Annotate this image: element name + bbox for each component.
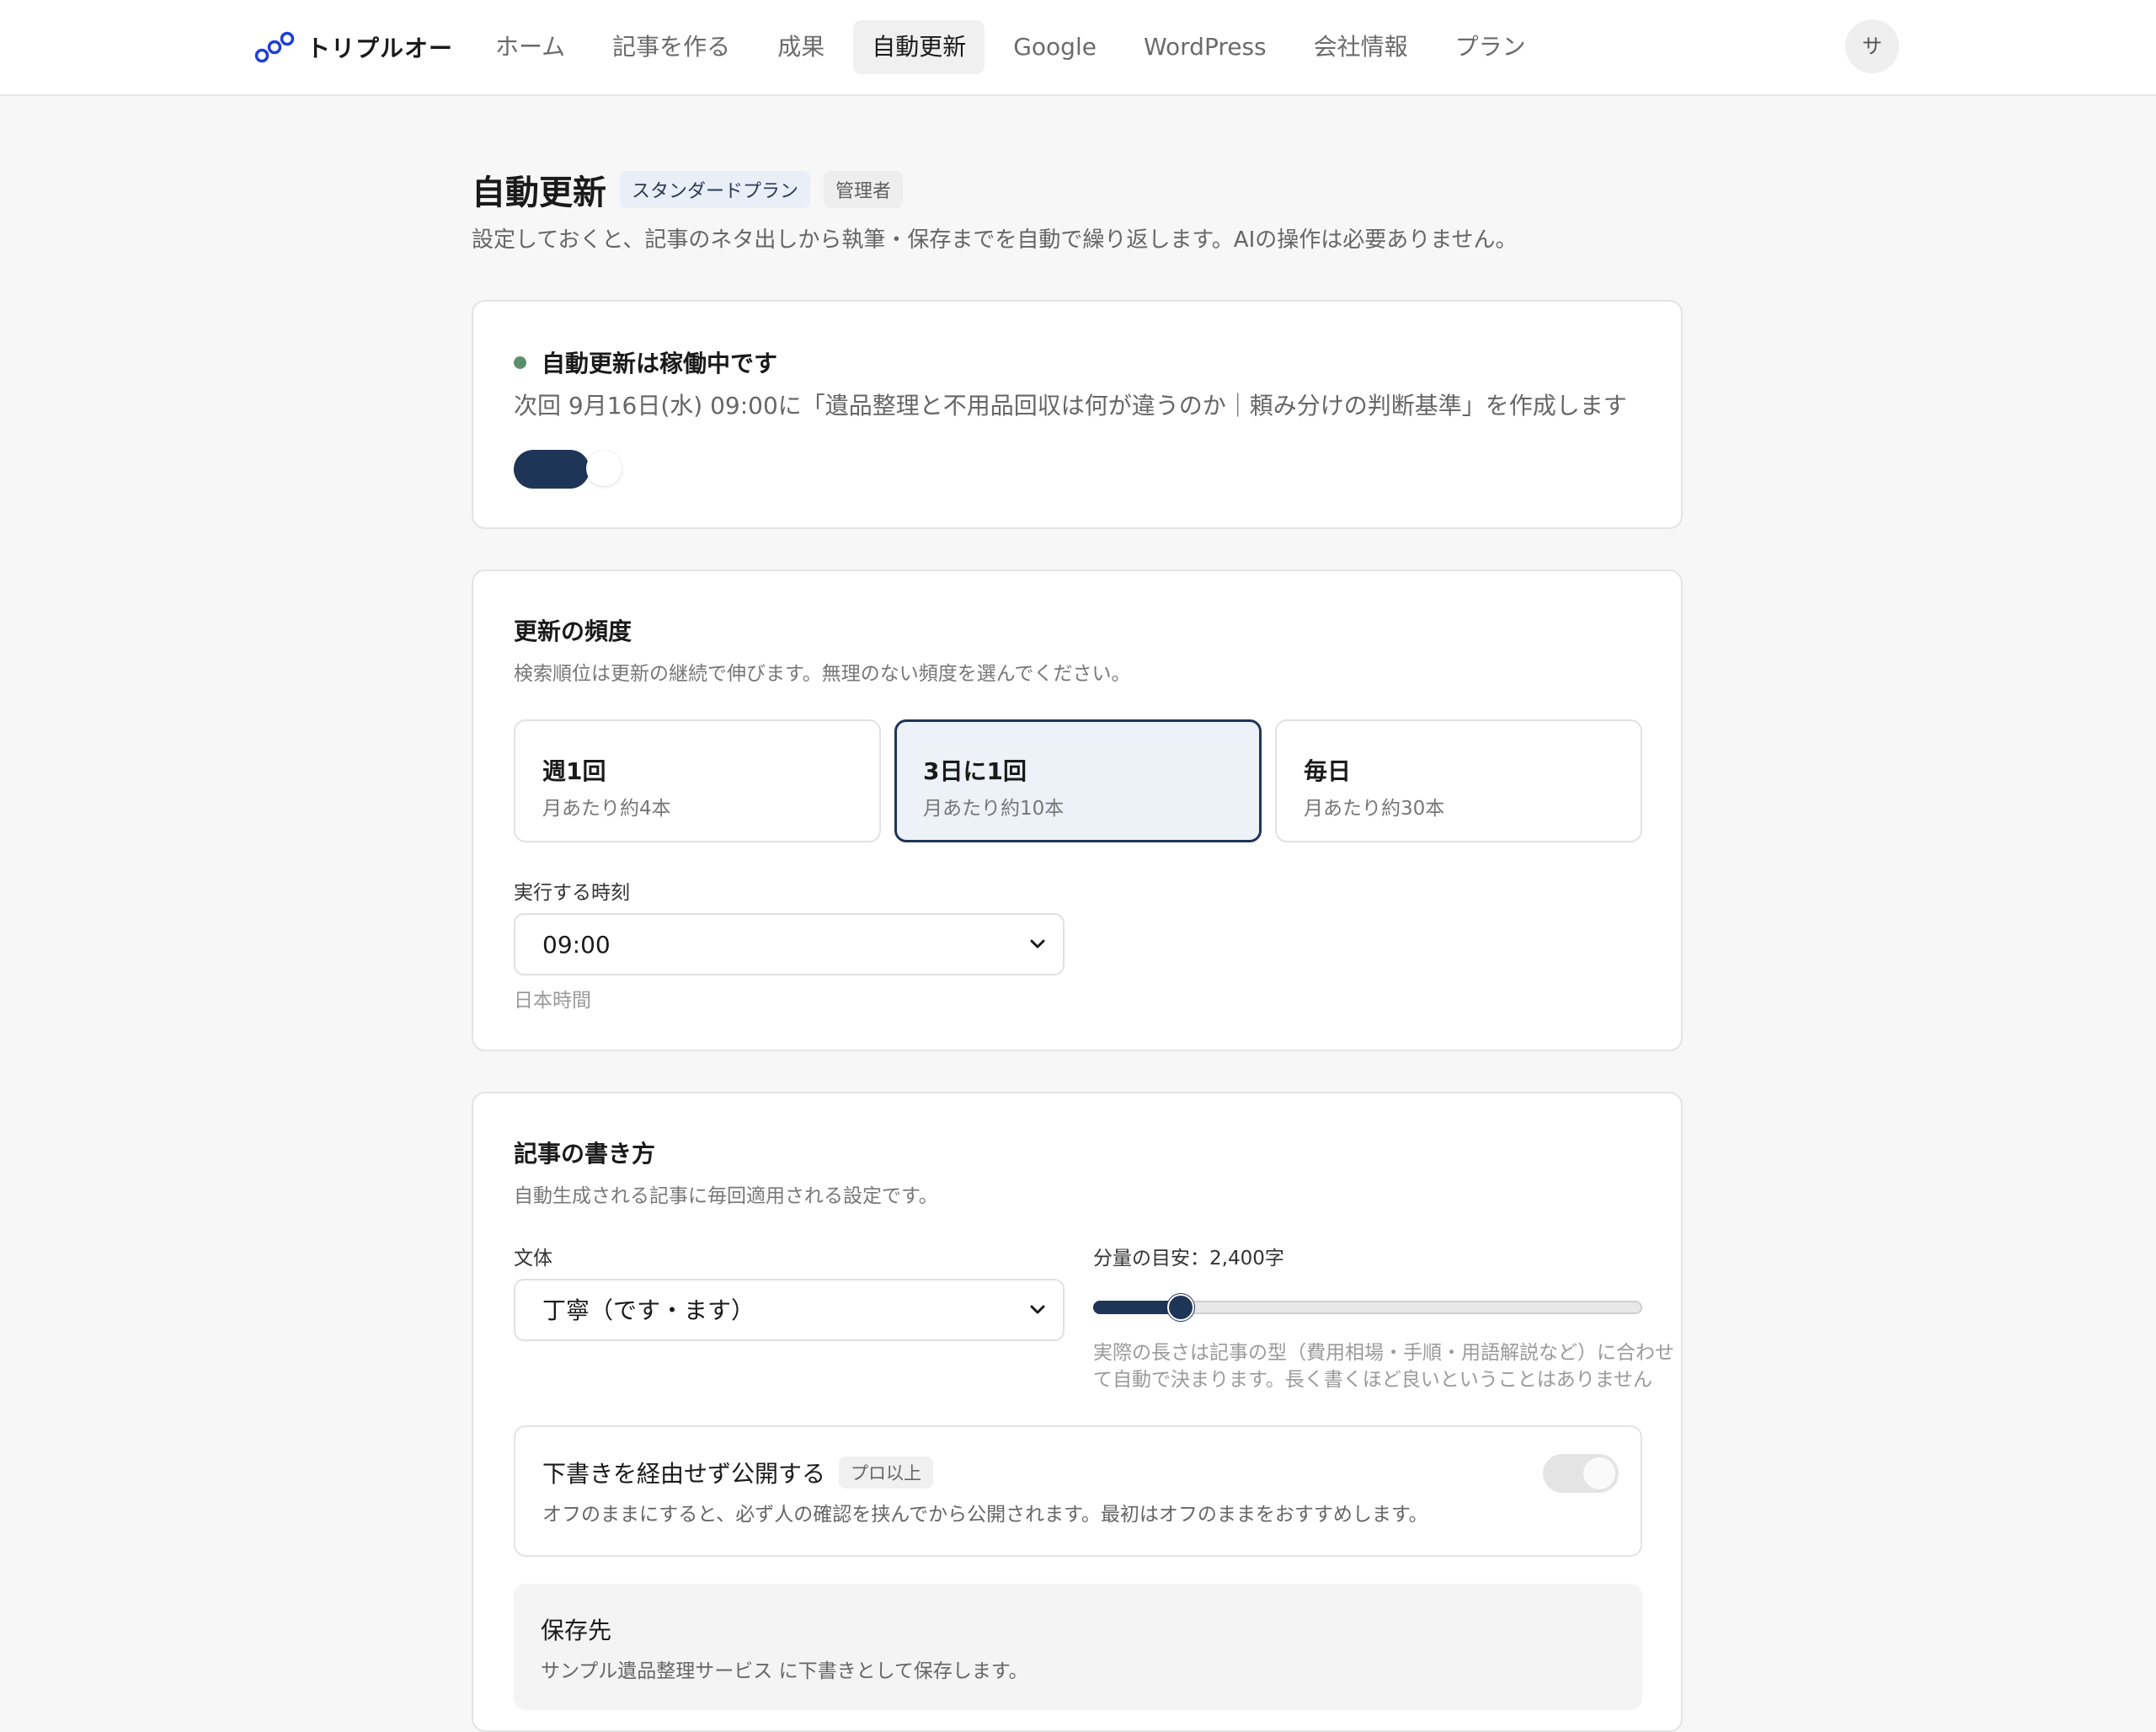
- frequency-title: 更新の頻度: [514, 617, 632, 645]
- writing-style-value: 丁寧（です・ます）: [542, 1296, 755, 1324]
- brand-logo-icon: [254, 31, 295, 63]
- nav-item-auto-update[interactable]: 自動更新: [853, 20, 985, 74]
- nav-item-google[interactable]: Google: [995, 20, 1115, 74]
- nav-item-create-article[interactable]: 記事を作る: [594, 20, 749, 74]
- page-description: 設定しておくと、記事のネタ出しから執筆・保存までを自動で繰り返します。AIの操作…: [472, 227, 1518, 253]
- option-sub: 月あたり約10本: [923, 798, 1065, 820]
- nav-item-home[interactable]: ホーム: [477, 20, 584, 74]
- frequency-option-daily[interactable]: 毎日 月あたり約30本: [1275, 719, 1642, 842]
- option-sub: 月あたり約30本: [1304, 798, 1445, 820]
- option-label: 3日に1回: [923, 757, 1027, 785]
- role-badge: 管理者: [824, 171, 904, 208]
- status-dot-icon: [514, 355, 526, 369]
- brand-name: トリプルオー: [307, 35, 454, 62]
- user-avatar[interactable]: サ: [1845, 19, 1899, 73]
- page-header: 自動更新 スタンダードプラン 管理者: [472, 165, 904, 214]
- publish-direct-setting: 下書きを経由せず公開する プロ以上 オフのままにすると、必ず人の確認を挟んでから…: [514, 1425, 1642, 1557]
- writing-style-select[interactable]: 丁寧（です・ます）: [514, 1279, 1065, 1341]
- chevron-down-icon: [1030, 1305, 1045, 1314]
- status-row: 自動更新は稼働中です: [514, 345, 777, 379]
- frequency-description: 検索順位は更新の継続で伸びます。無理のない頻度を選んでください。: [514, 663, 1131, 685]
- status-card: 自動更新は稼働中です 次回 9月16日(水) 09:00に「遺品整理と不用品回収…: [472, 300, 1683, 529]
- length-hint-line-2: て自動で決まります。長く書くほど良いということはありません: [1093, 1369, 1653, 1391]
- top-navigation-bar: トリプルオー ホーム 記事を作る 成果 自動更新 Google WordPres…: [0, 0, 2156, 96]
- option-label: 週1回: [542, 757, 606, 785]
- run-time-label: 実行する時刻: [514, 882, 630, 904]
- next-run-text: 次回 9月16日(水) 09:00に「遺品整理と不用品回収は何が違うのか｜頼み分…: [514, 392, 1627, 420]
- pro-badge: プロ以上: [839, 1457, 934, 1489]
- toggle-knob: [586, 451, 622, 486]
- save-destination-title: 保存先: [541, 1617, 612, 1644]
- option-label: 毎日: [1304, 757, 1352, 785]
- length-label: 分量の目安：2,400字: [1093, 1248, 1284, 1270]
- main-nav: ホーム 記事を作る 成果 自動更新 Google WordPress 会社情報 …: [477, 20, 1555, 74]
- nav-item-results[interactable]: 成果: [759, 20, 843, 74]
- toggle-track: [514, 450, 590, 489]
- writing-description: 自動生成される記事に毎回適用される設定です。: [514, 1185, 938, 1207]
- save-destination-panel: 保存先 サンプル遺品整理サービス に下書きとして保存します。: [514, 1584, 1642, 1710]
- brand-logo[interactable]: トリプルオー: [254, 29, 453, 66]
- run-time-hint: 日本時間: [514, 990, 591, 1012]
- chevron-down-icon: [1030, 939, 1045, 949]
- run-time-value: 09:00: [542, 931, 611, 959]
- publish-direct-label: 下書きを経由せず公開する: [542, 1460, 826, 1488]
- page-title: 自動更新: [472, 174, 606, 212]
- frequency-card: 更新の頻度 検索順位は更新の継続で伸びます。無理のない頻度を選んでください。 週…: [472, 569, 1683, 1051]
- publish-direct-toggle[interactable]: [1543, 1454, 1619, 1493]
- length-hint-line-1: 実際の長さは記事の型（費用相場・手順・用語解説など）に合わせ: [1093, 1342, 1674, 1364]
- frequency-option-every-3-days[interactable]: 3日に1回 月あたり約10本: [894, 719, 1262, 842]
- frequency-option-weekly[interactable]: 週1回 月あたり約4本: [514, 719, 881, 842]
- publish-direct-title-row: 下書きを経由せず公開する プロ以上: [542, 1456, 934, 1489]
- status-label: 自動更新は稼働中です: [542, 350, 778, 377]
- save-destination-description: サンプル遺品整理サービス に下書きとして保存します。: [541, 1660, 1028, 1682]
- nav-item-wordpress[interactable]: WordPress: [1125, 20, 1285, 74]
- run-time-select[interactable]: 09:00: [514, 913, 1065, 976]
- auto-update-toggle[interactable]: [514, 448, 623, 490]
- writing-title: 記事の書き方: [514, 1140, 656, 1168]
- nav-item-company-info[interactable]: 会社情報: [1295, 20, 1427, 74]
- style-label: 文体: [514, 1248, 552, 1270]
- writing-card: 記事の書き方 自動生成される記事に毎回適用される設定です。 文体 丁寧（です・ま…: [472, 1092, 1683, 1732]
- toggle-knob: [1583, 1457, 1615, 1489]
- option-sub: 月あたり約4本: [542, 798, 671, 820]
- length-slider-handle[interactable]: [1167, 1294, 1195, 1321]
- publish-direct-description: オフのままにすると、必ず人の確認を挟んでから公開されます。最初はオフのままをおす…: [542, 1504, 1428, 1526]
- plan-badge: スタンダードプラン: [620, 171, 811, 208]
- nav-item-plan[interactable]: プラン: [1437, 20, 1545, 74]
